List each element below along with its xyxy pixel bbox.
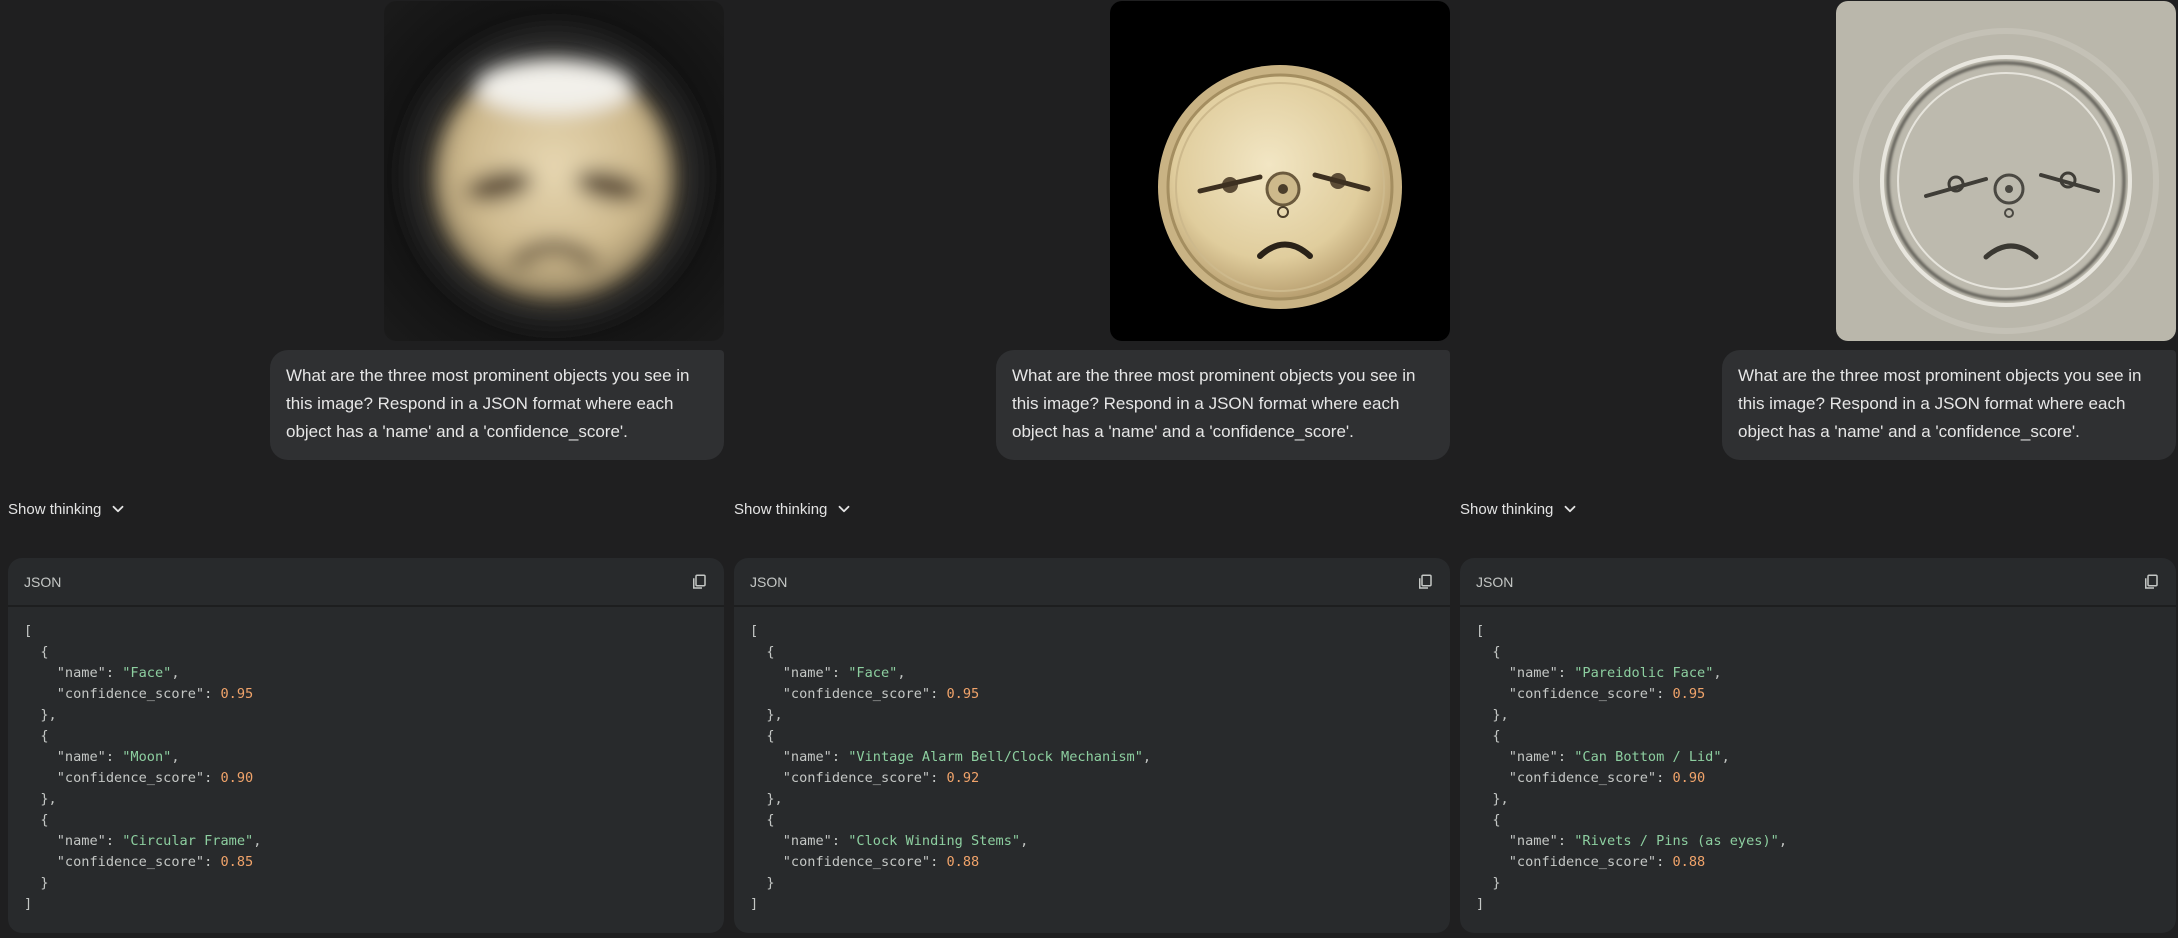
json-score-value: 0.90 (1672, 770, 1706, 786)
json-score-value: 0.88 (946, 854, 980, 870)
copy-icon (2145, 574, 2158, 589)
json-name-value: "Pareidolic Face" (1574, 665, 1714, 681)
code-content: [ { "name": "Pareidolic Face", "confiden… (1476, 623, 1788, 912)
code-language-label: JSON (1476, 573, 1514, 590)
code-block-header: JSON (8, 558, 724, 607)
json-name-value: "Moon" (122, 749, 172, 765)
code-block-header: JSON (1460, 558, 2176, 607)
json-score-value: 0.88 (1672, 854, 1706, 870)
user-prompt-text: What are the three most prominent object… (1012, 366, 1416, 441)
json-score-value: 0.85 (220, 854, 254, 870)
json-code-block: JSON [ { "name": "Face", "confidence_sco… (8, 558, 724, 933)
copy-code-button[interactable] (688, 571, 710, 593)
user-prompt-text: What are the three most prominent object… (1738, 366, 2142, 441)
copy-code-button[interactable] (1414, 571, 1436, 593)
show-thinking-label: Show thinking (734, 500, 828, 518)
copy-code-button[interactable] (2140, 571, 2162, 593)
json-name-value: "Face" (848, 665, 898, 681)
conversation-panel-2: What are the three most prominent object… (734, 0, 1450, 938)
code-block-header: JSON (734, 558, 1450, 607)
show-thinking-toggle[interactable]: Show thinking (734, 500, 853, 518)
json-score-value: 0.95 (1672, 686, 1706, 702)
json-score-value: 0.95 (946, 686, 980, 702)
code-language-label: JSON (24, 573, 62, 590)
conversation-panel-3: What are the three most prominent object… (1460, 0, 2176, 938)
uploaded-image-blurred-face[interactable] (384, 1, 724, 341)
chevron-down-icon (1565, 505, 1576, 513)
json-name-value: "Can Bottom / Lid" (1574, 749, 1722, 765)
copy-icon (1419, 574, 1432, 589)
code-content: [ { "name": "Face", "confidence_score": … (24, 623, 262, 912)
json-name-value: "Face" (122, 665, 172, 681)
image-embossed-face (1836, 1, 2176, 341)
image-alarm-bell-face (1110, 1, 1450, 341)
uploaded-image-alarm-bell[interactable] (1110, 1, 1450, 341)
user-prompt-bubble: What are the three most prominent object… (1722, 350, 2176, 460)
json-score-value: 0.90 (220, 770, 254, 786)
user-prompt-text: What are the three most prominent object… (286, 366, 690, 441)
code-language-label: JSON (750, 573, 788, 590)
user-prompt-bubble: What are the three most prominent object… (996, 350, 1450, 460)
conversation-panel-1: What are the three most prominent object… (8, 0, 724, 938)
show-thinking-toggle[interactable]: Show thinking (8, 500, 127, 518)
chevron-down-icon (113, 505, 124, 513)
image-blurred-face (384, 1, 724, 341)
code-content: [ { "name": "Face", "confidence_score": … (750, 623, 1152, 912)
json-name-value: "Clock Winding Stems" (848, 833, 1021, 849)
chevron-down-icon (839, 505, 850, 513)
json-name-value: "Rivets / Pins (as eyes)" (1574, 833, 1779, 849)
json-code-block: JSON [ { "name": "Pareidolic Face", "con… (1460, 558, 2176, 933)
show-thinking-label: Show thinking (8, 500, 102, 518)
json-code-block: JSON [ { "name": "Face", "confidence_sco… (734, 558, 1450, 933)
json-score-value: 0.92 (946, 770, 980, 786)
user-prompt-bubble: What are the three most prominent object… (270, 350, 724, 460)
json-name-value: "Circular Frame" (122, 833, 254, 849)
show-thinking-toggle[interactable]: Show thinking (1460, 500, 1579, 518)
json-score-value: 0.95 (220, 686, 254, 702)
json-name-value: "Vintage Alarm Bell/Clock Mechanism" (848, 749, 1143, 765)
show-thinking-label: Show thinking (1460, 500, 1554, 518)
uploaded-image-embossed-face[interactable] (1836, 1, 2176, 341)
copy-icon (693, 574, 706, 589)
